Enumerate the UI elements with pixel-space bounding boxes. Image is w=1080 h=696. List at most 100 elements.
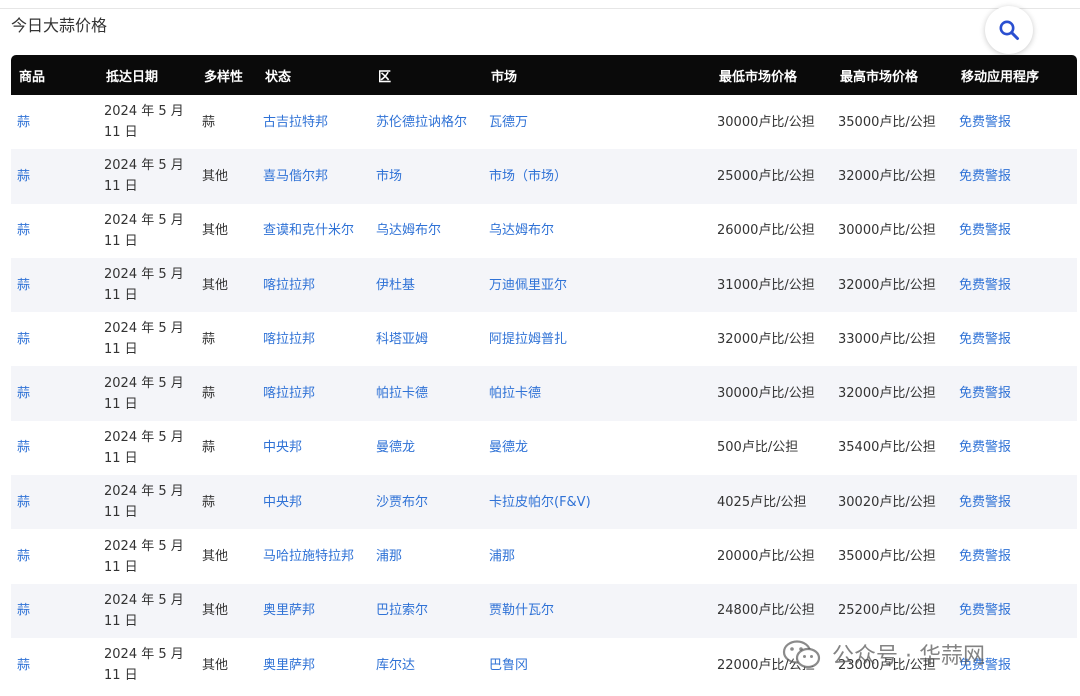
- date-line: 11 日: [104, 559, 138, 575]
- cell-district[interactable]: 浦那: [370, 529, 483, 583]
- cell-arrival-date: 2024 年 5 月 11 日: [98, 584, 196, 638]
- cell-market[interactable]: 巴鲁冈: [483, 638, 711, 692]
- table-row: 蒜 2024 年 5 月 11 日蒜古吉拉特邦 苏伦德拉讷格尔 瓦德万 30000卢比/公…: [11, 95, 1077, 149]
- date-line: 11 日: [104, 396, 138, 412]
- cell-state[interactable]: 查谟和克什米尔: [257, 204, 370, 258]
- cell-commodity[interactable]: 蒜: [11, 366, 98, 420]
- header-variety: 多样性: [204, 69, 244, 85]
- cell-free-alert[interactable]: 免费警报: [953, 95, 1077, 149]
- cell-min-price: 500卢比/公担: [717, 440, 799, 456]
- cell-state[interactable]: 喀拉拉邦: [257, 366, 370, 420]
- cell-min-price: 4025卢比/公担: [717, 494, 807, 510]
- date-line: 2024 年 5 月: [104, 538, 184, 554]
- cell-max-price: 23000卢比/公担: [838, 657, 936, 673]
- search-button[interactable]: [985, 6, 1033, 54]
- cell-free-alert[interactable]: 免费警报: [953, 638, 1077, 692]
- cell-variety: 蒜: [202, 114, 216, 130]
- cell-market[interactable]: 万迪佩里亚尔: [483, 258, 711, 312]
- cell-district[interactable]: 市场: [370, 149, 483, 203]
- cell-market[interactable]: 乌达姆布尔: [483, 204, 711, 258]
- cell-variety: 其他: [202, 549, 229, 565]
- cell-max-price: 25200卢比/公担: [838, 603, 936, 619]
- header-max-price: 最高市场价格: [840, 69, 919, 85]
- cell-state[interactable]: 喜马偕尔邦: [257, 149, 370, 203]
- cell-district[interactable]: 帕拉卡德: [370, 366, 483, 420]
- cell-free-alert[interactable]: 免费警报: [953, 421, 1077, 475]
- cell-variety: 其他: [202, 657, 229, 673]
- cell-variety: 蒜: [202, 386, 216, 402]
- cell-district[interactable]: 沙贾布尔: [370, 475, 483, 529]
- cell-commodity[interactable]: 蒜: [11, 638, 98, 692]
- cell-state[interactable]: 中央邦: [257, 421, 370, 475]
- cell-state[interactable]: 喀拉拉邦: [257, 258, 370, 312]
- cell-state[interactable]: 马哈拉施特拉邦: [257, 529, 370, 583]
- cell-free-alert[interactable]: 免费警报: [953, 204, 1077, 258]
- date-line: 2024 年 5 月: [104, 104, 184, 120]
- cell-market[interactable]: 贾勒什瓦尔: [483, 584, 711, 638]
- cell-variety: 其他: [202, 168, 229, 184]
- cell-commodity[interactable]: 蒜: [11, 204, 98, 258]
- table-row: 蒜 2024 年 5 月 11 日蒜喀拉拉邦 科塔亚姆 阿提拉姆普扎 32000卢比/公担…: [11, 312, 1077, 366]
- cell-commodity[interactable]: 蒜: [11, 529, 98, 583]
- cell-arrival-date: 2024 年 5 月 11 日: [98, 312, 196, 366]
- table-header-row: 商品 抵达日期 多样性 状态 区 市场 最低市场价格 最高市场价格 移动应用程序: [11, 55, 1077, 95]
- cell-state[interactable]: 古吉拉特邦: [257, 95, 370, 149]
- cell-commodity[interactable]: 蒜: [11, 475, 98, 529]
- header-min-price: 最低市场价格: [719, 69, 798, 85]
- cell-state[interactable]: 奥里萨邦: [257, 584, 370, 638]
- cell-commodity[interactable]: 蒜: [11, 258, 98, 312]
- cell-state[interactable]: 中央邦: [257, 475, 370, 529]
- cell-state[interactable]: 奥里萨邦: [257, 638, 370, 692]
- header-mobile-app: 移动应用程序: [961, 69, 1040, 85]
- cell-market[interactable]: 市场（市场）: [483, 149, 711, 203]
- cell-free-alert[interactable]: 免费警报: [953, 258, 1077, 312]
- cell-min-price: 20000卢比/公担: [717, 549, 815, 565]
- cell-market[interactable]: 卡拉皮帕尔(F&V): [483, 475, 711, 529]
- header-market: 市场: [491, 69, 518, 85]
- date-line: 2024 年 5 月: [104, 429, 184, 445]
- table-row: 蒜 2024 年 5 月 11 日 其他 喀拉拉邦 伊杜基 万迪佩里亚尔 31000卢比/公担…: [11, 257, 1077, 313]
- cell-district[interactable]: 科塔亚姆: [370, 312, 483, 366]
- cell-variety: 其他: [202, 223, 229, 239]
- cell-free-alert[interactable]: 免费警报: [953, 366, 1077, 420]
- cell-market[interactable]: 帕拉卡德: [483, 366, 711, 420]
- cell-free-alert[interactable]: 免费警报: [953, 475, 1077, 529]
- header-commodity: 商品: [19, 69, 46, 85]
- cell-market[interactable]: 浦那: [483, 529, 711, 583]
- cell-free-alert[interactable]: 免费警报: [953, 529, 1077, 583]
- cell-market[interactable]: 瓦德万: [483, 95, 711, 149]
- date-line: 11 日: [104, 233, 138, 249]
- cell-min-price: 30000卢比/公担: [717, 386, 815, 402]
- cell-market[interactable]: 阿提拉姆普扎: [483, 312, 711, 366]
- cell-min-price: 22000卢比/公担: [717, 657, 815, 673]
- cell-free-alert[interactable]: 免费警报: [953, 149, 1077, 203]
- cell-commodity[interactable]: 蒜: [11, 312, 98, 366]
- date-line: 2024 年 5 月: [104, 158, 184, 174]
- cell-free-alert[interactable]: 免费警报: [953, 312, 1077, 366]
- cell-market[interactable]: 曼德龙: [483, 421, 711, 475]
- magnifier-icon: [999, 20, 1019, 40]
- cell-district[interactable]: 苏伦德拉讷格尔: [370, 95, 483, 149]
- cell-free-alert[interactable]: 免费警报: [953, 584, 1077, 638]
- cell-district[interactable]: 伊杜基: [370, 258, 483, 312]
- table-row: 蒜 2024 年 5 月 11 日 其他 喜马偕尔邦 市场 市场（市场） 25000卢比/公担…: [11, 149, 1077, 204]
- top-divider: [0, 8, 1080, 9]
- cell-state[interactable]: 喀拉拉邦: [257, 312, 370, 366]
- cell-commodity[interactable]: 蒜: [11, 95, 98, 149]
- cell-commodity[interactable]: 蒜: [11, 149, 98, 203]
- cell-arrival-date: 2024 年 5 月 11 日: [98, 529, 196, 583]
- cell-district[interactable]: 巴拉索尔: [370, 584, 483, 638]
- date-line: 2024 年 5 月: [104, 321, 184, 337]
- cell-district[interactable]: 曼德龙: [370, 421, 483, 475]
- table-row: 蒜 2024 年 5 月 11 日其他 查谟和克什米尔 乌达姆布尔 乌达姆布尔 26000卢…: [11, 204, 1077, 258]
- table-row: 蒜 2024 年 5 月 11 日 其他 奥里萨邦 巴拉索尔 贾勒什瓦尔 24800卢比/公担…: [11, 583, 1077, 638]
- cell-district[interactable]: 库尔达: [370, 638, 483, 692]
- cell-commodity[interactable]: 蒜: [11, 584, 98, 638]
- cell-district[interactable]: 乌达姆布尔: [370, 204, 483, 258]
- cell-max-price: 32000卢比/公担: [838, 386, 936, 402]
- cell-arrival-date: 2024 年 5 月 11 日: [98, 149, 196, 203]
- table-row: 蒜 2024 年 5 月 11 日 其他 奥里萨邦 库尔达 巴鲁冈 22000卢比/公担 230…: [11, 638, 1077, 692]
- cell-min-price: 31000卢比/公担: [717, 277, 815, 293]
- table-body: 蒜 2024 年 5 月 11 日蒜古吉拉特邦 苏伦德拉讷格尔 瓦德万 30000卢比/公…: [11, 95, 1077, 692]
- cell-commodity[interactable]: 蒜: [11, 421, 98, 475]
